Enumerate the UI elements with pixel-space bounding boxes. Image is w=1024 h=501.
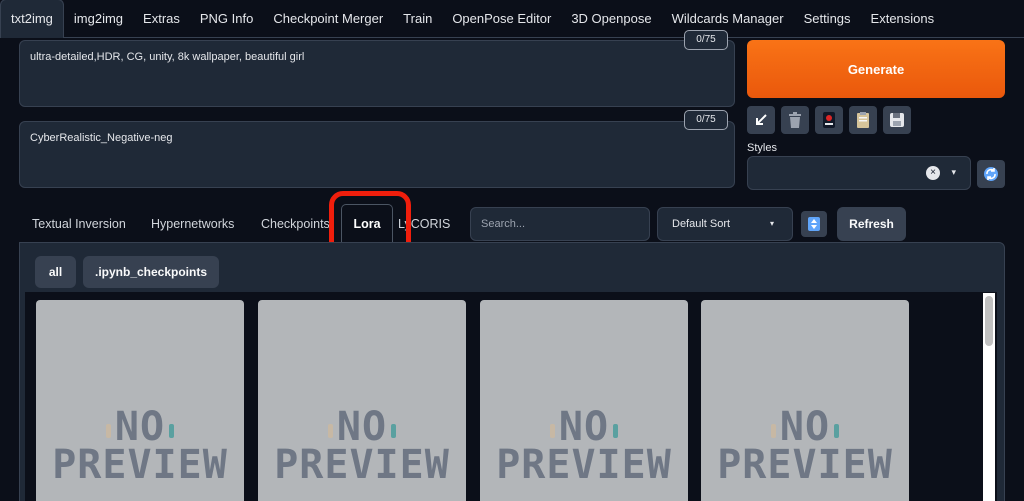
- tab-3d-openpose[interactable]: 3D Openpose: [561, 0, 661, 38]
- tab-txt2img[interactable]: txt2img: [0, 0, 64, 38]
- negative-prompt-textarea[interactable]: CyberRealistic_Negative-neg: [19, 121, 735, 188]
- refresh-button[interactable]: Refresh: [837, 207, 906, 241]
- styles-dropdown[interactable]: × ▾: [747, 156, 971, 190]
- arrow-icon: [756, 114, 767, 125]
- red-card-icon: [823, 112, 835, 128]
- read-params-button[interactable]: [747, 106, 775, 134]
- refresh-styles-button[interactable]: [977, 160, 1005, 188]
- tab-img2img[interactable]: img2img: [64, 0, 133, 38]
- tab-extensions[interactable]: Extensions: [861, 0, 945, 38]
- tab-png-info[interactable]: PNG Info: [190, 0, 263, 38]
- chevron-down-icon: ▾: [951, 167, 956, 177]
- lora-card[interactable]: NO PREVIEW: [36, 300, 244, 501]
- tab-wildcards-manager[interactable]: Wildcards Manager: [662, 0, 794, 38]
- chevron-down-icon: ▾: [769, 219, 774, 228]
- no-preview-image: NO PREVIEW: [496, 404, 672, 488]
- no-preview-image: NO PREVIEW: [717, 404, 893, 488]
- negative-prompt-token-counter: 0/75: [684, 110, 728, 130]
- generate-button[interactable]: Generate: [747, 40, 1005, 98]
- sort-dropdown[interactable]: Default Sort ▾: [657, 207, 793, 241]
- tab-settings[interactable]: Settings: [794, 0, 861, 38]
- extra-networks-button[interactable]: [815, 106, 843, 134]
- clear-styles-icon[interactable]: ×: [926, 166, 940, 180]
- save-icon: [890, 113, 904, 127]
- sort-order-icon: [808, 217, 820, 231]
- refresh-icon: [984, 167, 998, 181]
- tab-hypernetworks[interactable]: Hypernetworks: [151, 210, 234, 238]
- sort-direction-button[interactable]: [801, 211, 827, 237]
- lora-card[interactable]: NO PREVIEW: [258, 300, 466, 501]
- prompt-textarea[interactable]: ultra-detailed,HDR, CG, unity, 8k wallpa…: [19, 40, 735, 107]
- search-input[interactable]: Search...: [470, 207, 650, 241]
- tab-openpose-editor[interactable]: OpenPose Editor: [442, 0, 561, 38]
- tab-checkpoints[interactable]: Checkpoints: [261, 210, 330, 238]
- sort-value: Default Sort: [672, 218, 731, 230]
- trash-icon: [789, 112, 801, 128]
- tab-extras[interactable]: Extras: [133, 0, 190, 38]
- filter-ipynb-checkpoints-button[interactable]: .ipynb_checkpoints: [83, 256, 219, 288]
- save-style-button[interactable]: [883, 106, 911, 134]
- filter-all-button[interactable]: all: [35, 256, 76, 288]
- prompt-token-counter: 0/75: [684, 30, 728, 50]
- no-preview-image: NO PREVIEW: [274, 404, 450, 488]
- tab-train[interactable]: Train: [393, 0, 442, 38]
- clear-prompt-button[interactable]: [781, 106, 809, 134]
- scrollbar-thumb[interactable]: [985, 296, 993, 346]
- clipboard-icon: [857, 112, 869, 128]
- tab-checkpoint-merger[interactable]: Checkpoint Merger: [263, 0, 393, 38]
- no-preview-image: NO PREVIEW: [52, 404, 228, 488]
- lora-card[interactable]: NO PREVIEW: [480, 300, 688, 501]
- apply-style-button[interactable]: [849, 106, 877, 134]
- lora-card[interactable]: NO PREVIEW: [701, 300, 909, 501]
- tab-textual-inversion[interactable]: Textual Inversion: [32, 210, 126, 238]
- main-tabs: txt2img img2img Extras PNG Info Checkpoi…: [0, 0, 1024, 38]
- styles-label: Styles: [747, 142, 777, 154]
